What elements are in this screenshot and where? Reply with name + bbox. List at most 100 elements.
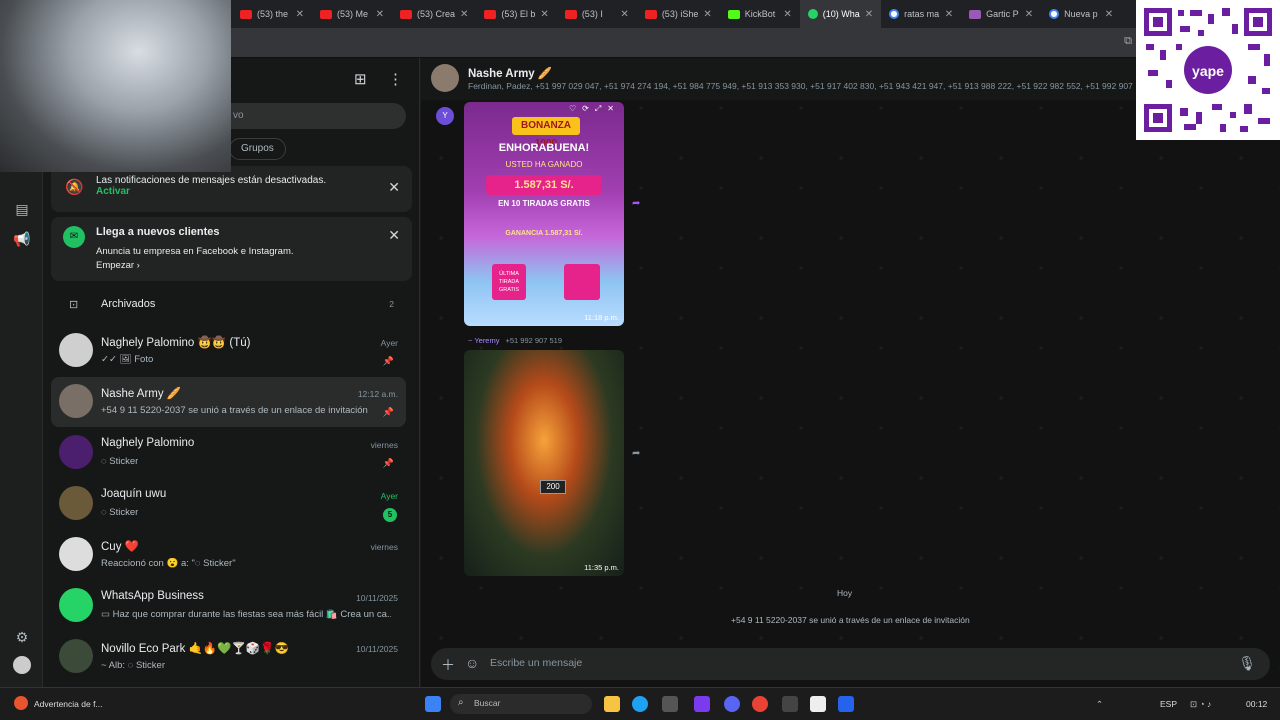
browser-tab[interactable]: (53) iShe ✕: [637, 0, 720, 28]
chat-list-item[interactable]: Joaquín uwu ◌ Sticker Ayer 5: [51, 479, 406, 529]
close-tab-icon[interactable]: ✕: [1025, 9, 1033, 20]
archived-label: Archivados: [101, 298, 156, 310]
message-image[interactable]: 200 11:35 p.m.: [464, 350, 624, 576]
profile-avatar[interactable]: [13, 656, 31, 674]
chat-last-message: +54 9 11 5220-2037 se unió a través de u…: [101, 405, 368, 416]
close-tab-icon[interactable]: ✕: [703, 9, 711, 20]
sender-name[interactable]: ~ Yeremy: [468, 336, 499, 345]
close-tab-icon[interactable]: ✕: [540, 9, 548, 20]
app-icon[interactable]: [782, 696, 798, 712]
network-icon[interactable]: ⊡ ◔ ♪: [1190, 695, 1211, 713]
close-icon[interactable]: ✕: [388, 227, 400, 244]
message-image[interactable]: BONANZA 1000 ENHORABUENA! USTED HA GANAD…: [464, 102, 624, 326]
attach-icon[interactable]: ＋: [441, 655, 455, 675]
browser-tab[interactable]: (10) Wha ✕: [799, 0, 882, 28]
ads-start-link[interactable]: Empezar ›: [96, 260, 140, 271]
favicon-icon: [727, 9, 740, 19]
taskbar-search-label: Buscar: [474, 698, 501, 708]
message-time: 11:18 p.m.: [584, 313, 619, 322]
forward-icon[interactable]: ➦: [632, 448, 640, 459]
screenshot-icon[interactable]: ⧉: [1124, 35, 1132, 48]
browser-tab[interactable]: (53) El b ✕: [476, 0, 556, 28]
chat-name: Cuy ❤️: [101, 541, 139, 553]
muted-text: Las notificaciones de mensajes están des…: [96, 175, 327, 186]
filter-groups[interactable]: Grupos: [229, 138, 286, 160]
activate-link[interactable]: Activar: [96, 186, 130, 197]
browser-tab[interactable]: ratas ma ✕: [881, 0, 961, 28]
ads-notice: ✉ Llega a nuevos clientes Anuncia tu emp…: [51, 217, 412, 281]
store-icon[interactable]: [662, 696, 678, 712]
close-tab-icon[interactable]: ✕: [376, 9, 384, 20]
browser-tab[interactable]: (53) Crea ✕: [392, 0, 476, 28]
chat-list-item[interactable]: Cuy ❤️ Reaccionó con 😮 a: "◌ Sticker" vier…: [51, 530, 406, 580]
youtube-icon: [320, 9, 332, 19]
avatar: [59, 333, 93, 367]
file-explorer-icon[interactable]: [604, 696, 620, 712]
chat-list-item[interactable]: Naghely Palomino ◌ Sticker viernes 📌: [51, 428, 406, 478]
message-input[interactable]: Escribe un mensaje: [490, 657, 582, 669]
app-icon[interactable]: [810, 696, 826, 712]
tray-chevron-icon[interactable]: ⌃: [1096, 695, 1103, 713]
chat-last-message: ✓✓ 🖼 Foto: [101, 354, 154, 365]
muted-notice: 🔕 Las notificaciones de mensajes están d…: [51, 166, 412, 212]
channels-icon[interactable]: ▤: [13, 200, 31, 218]
emoji-icon[interactable]: ☺: [465, 655, 479, 671]
close-tab-icon[interactable]: ✕: [296, 9, 304, 20]
close-tab-icon[interactable]: ✕: [783, 9, 791, 20]
browser-tab[interactable]: (53) Me ✕: [312, 0, 392, 28]
webcam-overlay: [0, 0, 231, 172]
pin-icon: 📌: [382, 407, 394, 417]
system-message: +54 9 11 5220-2037 se unió a través de u…: [731, 615, 970, 625]
archive-icon: ⊡: [69, 299, 79, 311]
forward-icon[interactable]: ➦: [632, 198, 640, 209]
taskbar-notification[interactable]: Advertencia de f...: [34, 695, 103, 713]
youtube-icon: [564, 9, 577, 19]
browser-tab[interactable]: (53) I ✕: [557, 0, 637, 28]
chat-list-item[interactable]: Novillo Eco Park 🤙🔥💚🍸🎲🌹😎 ~ Alb: ◌ Sticker…: [51, 632, 406, 682]
favicon-icon: [1049, 9, 1060, 19]
sender-avatar[interactable]: Y: [436, 107, 454, 125]
archived-row[interactable]: ⊡ Archivados 2: [51, 290, 406, 320]
language-indicator[interactable]: ESP: [1160, 695, 1177, 713]
search-icon: ⌕: [458, 697, 464, 708]
favicon-icon: [889, 9, 900, 19]
taskbar-search[interactable]: ⌕ Buscar: [450, 694, 592, 714]
clock[interactable]: 00:12: [1246, 695, 1267, 713]
close-tab-icon[interactable]: ✕: [1105, 9, 1113, 20]
tools-icon[interactable]: 📢: [13, 230, 31, 248]
chat-list-item[interactable]: Nashe Army 🥖 +54 9 11 5220-2037 se unió a…: [51, 377, 406, 427]
image-text-label: 200: [540, 480, 566, 494]
edge-icon[interactable]: [632, 696, 648, 712]
menu-icon[interactable]: ⋮: [388, 70, 403, 88]
chat-name: WhatsApp Business: [101, 590, 204, 602]
tab-label: (53) El b: [501, 9, 536, 19]
app-icon[interactable]: [838, 696, 854, 712]
browser-tab[interactable]: (53) the ✕: [232, 0, 312, 28]
chat-time: viernes: [370, 440, 398, 450]
bell-off-icon: 🔕: [65, 179, 84, 196]
image-controls[interactable]: ♡⟳⤢✕: [569, 104, 620, 114]
browser-tab[interactable]: Gartic P ✕: [961, 0, 1041, 28]
new-chat-icon[interactable]: ⊞: [354, 70, 367, 88]
close-tab-icon[interactable]: ✕: [620, 9, 628, 20]
chrome-icon[interactable]: [752, 696, 768, 712]
browser-tab[interactable]: KickBot ✕: [720, 0, 800, 28]
start-icon[interactable]: [425, 696, 441, 712]
chat-list-item[interactable]: Naghely Palomino 🤠🤠 (Tú) ✓✓ 🖼 Foto Ayer 📌: [51, 326, 406, 376]
megaphone-icon: ✉: [63, 226, 85, 248]
browser-tab[interactable]: Nueva p ✕: [1041, 0, 1121, 28]
close-icon[interactable]: ✕: [388, 179, 400, 196]
close-tab-icon[interactable]: ✕: [460, 9, 468, 20]
message-composer[interactable]: ＋ ☺ Escribe un mensaje 🎙: [431, 648, 1270, 680]
chat-members: Ferdinan, Padez, +51 997 029 047, +51 97…: [468, 81, 1133, 91]
app-icon[interactable]: [694, 696, 710, 712]
mic-icon[interactable]: 🎙: [1238, 655, 1256, 672]
group-avatar[interactable]: [431, 64, 459, 92]
settings-icon[interactable]: ⚙: [13, 628, 31, 646]
close-tab-icon[interactable]: ✕: [945, 9, 953, 20]
ads-title: Llega a nuevos clientes: [96, 226, 220, 238]
discord-icon[interactable]: [724, 696, 740, 712]
chat-list-item[interactable]: WhatsApp Business ▭ Haz que comprar duran…: [51, 581, 406, 631]
favicon-icon: [969, 9, 982, 19]
close-tab-icon[interactable]: ✕: [865, 9, 873, 20]
